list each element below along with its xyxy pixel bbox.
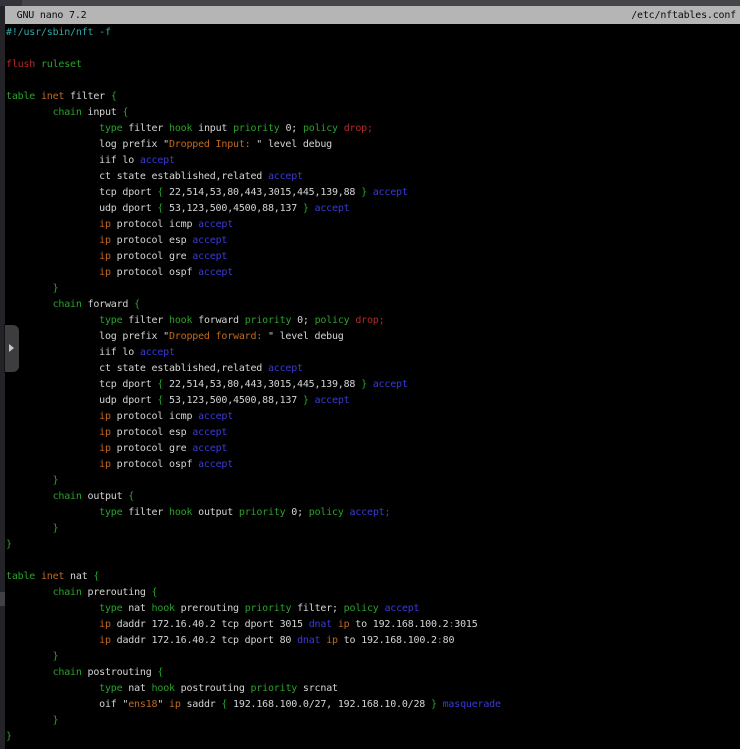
code-line: type nat hook postrouting priority srcna…: [6, 681, 501, 697]
code-line: }: [6, 473, 501, 489]
terminal-screen[interactable]: #!/usr/sbin/nft -f flush ruleset table ine…: [5, 25, 740, 749]
remote-console-view: { "colors": { "bg": "#000000", "fg": "#d…: [0, 0, 740, 749]
code-line: ip protocol esp accept: [6, 425, 501, 441]
code-line: type nat hook prerouting priority filter…: [6, 601, 501, 617]
code-line: chain output {: [6, 489, 501, 505]
code-line: chain postrouting {: [6, 665, 501, 681]
code-line: }: [6, 281, 501, 297]
code-line: ip daddr 172.16.40.2 tcp dport 80 dnat i…: [6, 633, 501, 649]
code-line: udp dport { 53,123,500,4500,88,137 } acc…: [6, 393, 501, 409]
code-line: type filter hook forward priority 0; pol…: [6, 313, 501, 329]
code-line: type filter hook input priority 0; polic…: [6, 121, 501, 137]
code-line: ip protocol icmp accept: [6, 409, 501, 425]
code-line: udp dport { 53,123,500,4500,88,137 } acc…: [6, 201, 501, 217]
code-line: }: [6, 729, 501, 745]
code-line: ip daddr 172.16.40.2 tcp dport 3015 dnat…: [6, 617, 501, 633]
code-line: log prefix "Dropped Input: " level debug: [6, 137, 501, 153]
code-line: ct state established,related accept: [6, 361, 501, 377]
code-line: }: [6, 649, 501, 665]
code-line: oif "ens18" ip saddr { 192.168.100.0/27,…: [6, 697, 501, 713]
code-line: [6, 73, 501, 89]
code-line: }: [6, 713, 501, 729]
code-line: [6, 553, 501, 569]
code-line: ip protocol gre accept: [6, 441, 501, 457]
code-line: ip protocol ospf accept: [6, 457, 501, 473]
code-line: chain input {: [6, 105, 501, 121]
code-line: chain prerouting {: [6, 585, 501, 601]
code-line: tcp dport { 22,514,53,80,443,3015,445,13…: [6, 185, 501, 201]
nano-titlebar: GNU nano 7.2 /etc/nftables.conf: [5, 6, 740, 24]
code-line: ip protocol ospf accept: [6, 265, 501, 281]
code-line: iif lo accept: [6, 153, 501, 169]
sidebar-toggle-handle[interactable]: [5, 325, 19, 372]
code-line: flush ruleset: [6, 57, 501, 73]
app-version-label: GNU nano 7.2: [5, 10, 87, 21]
code-line: }: [6, 537, 501, 553]
code-line: ip protocol esp accept: [6, 233, 501, 249]
code-line: chain forward {: [6, 297, 501, 313]
code-line: ip protocol icmp accept: [6, 217, 501, 233]
code-line: table inet filter {: [6, 89, 501, 105]
code-line: [6, 41, 501, 57]
code-line: iif lo accept: [6, 345, 501, 361]
code-line: #!/usr/sbin/nft -f: [6, 25, 501, 41]
code-line: ip protocol gre accept: [6, 249, 501, 265]
code-line: table inet nat {: [6, 569, 501, 585]
editor-content[interactable]: #!/usr/sbin/nft -f flush ruleset table ine…: [6, 25, 501, 745]
chevron-right-icon: [9, 344, 14, 352]
code-line: ct state established,related accept: [6, 169, 501, 185]
code-line: log prefix "Dropped forward: " level deb…: [6, 329, 501, 345]
code-line: tcp dport { 22,514,53,80,443,3015,445,13…: [6, 377, 501, 393]
code-line: type filter hook output priority 0; poli…: [6, 505, 501, 521]
code-line: }: [6, 521, 501, 537]
file-path-label: /etc/nftables.conf: [631, 10, 736, 21]
